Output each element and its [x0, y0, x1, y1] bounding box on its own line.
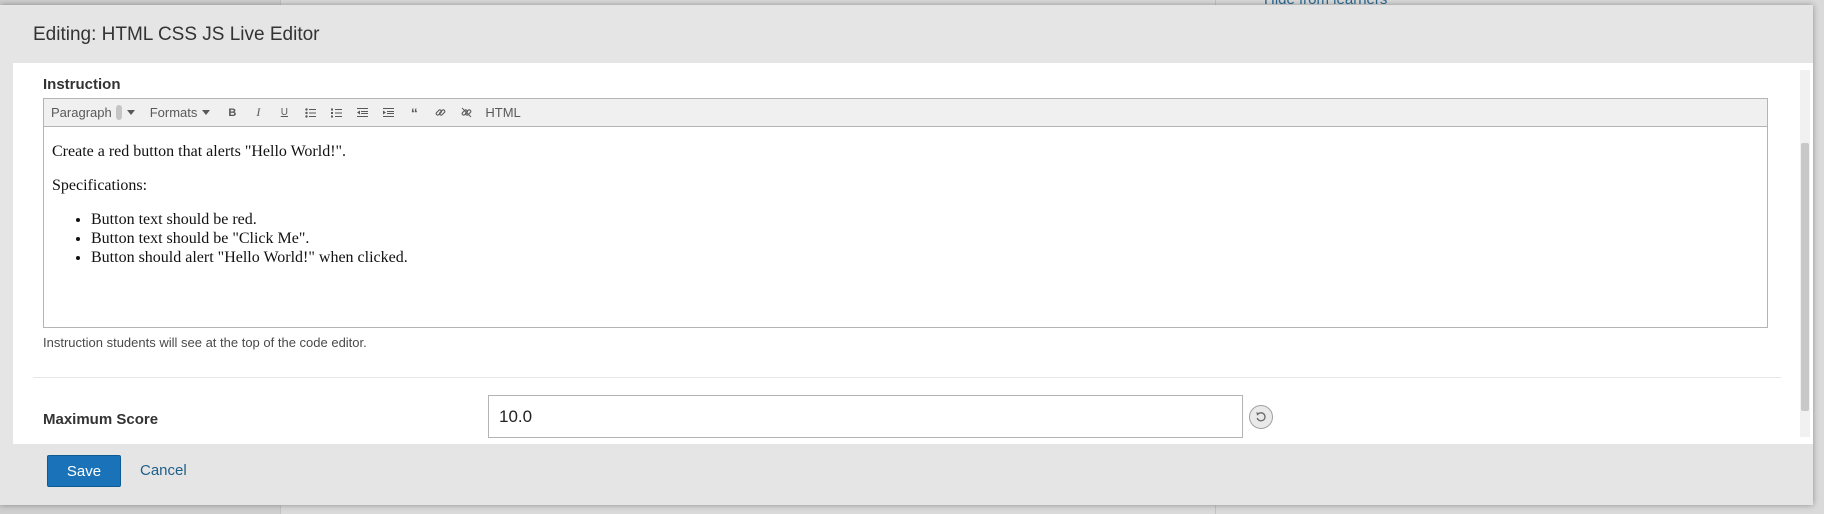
- formats-dropdown[interactable]: Formats: [150, 105, 211, 120]
- list-item: Button should alert "Hello World!" when …: [91, 248, 1759, 267]
- edit-modal: Editing: HTML CSS JS Live Editor Instruc…: [0, 5, 1813, 505]
- instruction-paragraph: Create a red button that alerts "Hello W…: [52, 143, 347, 160]
- list-item: Button text should be "Click Me".: [91, 229, 1759, 248]
- instruction-label: Instruction: [43, 76, 121, 93]
- link-button[interactable]: [427, 101, 453, 125]
- formats-dropdown-label: Formats: [149, 105, 198, 120]
- unlink-icon: [461, 107, 472, 118]
- divider: [33, 377, 1781, 378]
- maximum-score-input[interactable]: [488, 395, 1243, 438]
- modal-title: Editing: HTML CSS JS Live Editor: [33, 24, 320, 45]
- chevron-down-icon: [202, 110, 211, 115]
- modal-scrollbar[interactable]: [1800, 70, 1810, 437]
- specifications-heading: Specifications:: [52, 177, 148, 194]
- chevron-down-icon: [126, 110, 135, 115]
- indent-button[interactable]: [375, 101, 401, 125]
- editor-toolbar: Paragraph Formats B I U “ HTML: [44, 99, 1767, 127]
- italic-button[interactable]: I: [245, 101, 271, 125]
- bullet-list-button[interactable]: [297, 101, 323, 125]
- paragraph-dropdown-label: Paragraph: [51, 105, 112, 120]
- bold-icon: B: [228, 106, 237, 119]
- blockquote-button[interactable]: “: [401, 101, 427, 125]
- instruction-help-text: Instruction students will see at the top…: [43, 335, 367, 350]
- blockquote-icon: “: [410, 104, 418, 121]
- cancel-button[interactable]: Cancel: [140, 462, 187, 479]
- bullet-list-icon: [305, 107, 316, 118]
- html-source-button[interactable]: HTML: [485, 105, 520, 120]
- save-button[interactable]: Save: [47, 455, 121, 487]
- link-icon: [435, 109, 446, 116]
- specifications-list: Button text should be red. Button text s…: [52, 210, 1759, 267]
- maximum-score-label: Maximum Score: [43, 411, 159, 428]
- underline-button[interactable]: U: [271, 101, 297, 125]
- editor-content-area[interactable]: Create a red button that alerts "Hello W…: [44, 127, 1767, 276]
- bold-button[interactable]: B: [219, 101, 245, 125]
- modal-body: Instruction Paragraph Formats B I U “ HT…: [13, 63, 1813, 444]
- reset-score-button[interactable]: [1249, 405, 1273, 429]
- italic-icon: I: [256, 105, 261, 119]
- outdent-button[interactable]: [349, 101, 375, 125]
- outdent-icon: [356, 108, 368, 117]
- reset-icon: [1256, 412, 1266, 422]
- instruction-editor: Paragraph Formats B I U “ HTML Create a …: [43, 98, 1768, 328]
- numbered-list-button[interactable]: [323, 101, 349, 125]
- paragraph-dropdown[interactable]: Paragraph: [51, 105, 135, 120]
- unlink-button[interactable]: [453, 101, 479, 125]
- numbered-list-icon: [330, 108, 342, 117]
- underline-icon: U: [280, 107, 288, 118]
- indent-icon: [382, 108, 394, 117]
- list-item: Button text should be red.: [91, 210, 1759, 229]
- scrollbar-thumb[interactable]: [1801, 143, 1809, 411]
- grip-icon: [115, 105, 122, 120]
